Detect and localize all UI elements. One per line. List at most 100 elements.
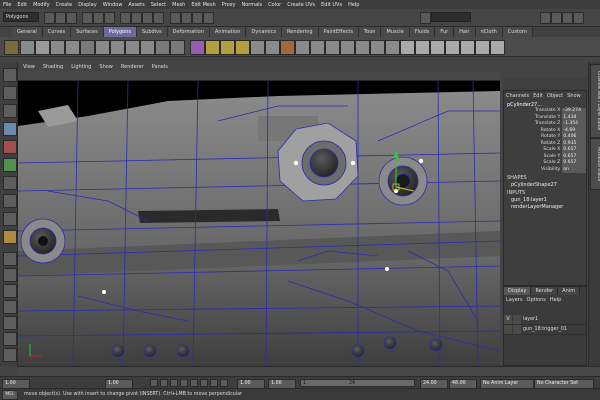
- save-scene-icon[interactable]: [66, 12, 77, 24]
- scale-tool-icon[interactable]: [3, 158, 17, 172]
- menu-proxy[interactable]: Proxy: [222, 2, 236, 8]
- poly-plane-icon[interactable]: [80, 40, 95, 55]
- layout-outliner-persp-icon[interactable]: [3, 348, 17, 362]
- poly-cylinder-icon[interactable]: [50, 40, 65, 55]
- poly-helix-icon[interactable]: [155, 40, 170, 55]
- menu-display[interactable]: Display: [78, 2, 96, 8]
- input-node[interactable]: gun_18:layer1: [504, 197, 586, 203]
- ipr-render-icon[interactable]: [192, 12, 203, 24]
- poly-pipe-icon[interactable]: [140, 40, 155, 55]
- layer-visibility-toggle[interactable]: [504, 325, 512, 334]
- shelf-tab-surfaces[interactable]: Surfaces: [71, 27, 104, 37]
- layer-visibility-toggle[interactable]: V: [504, 315, 512, 324]
- separate-icon[interactable]: [205, 40, 220, 55]
- poly-soccer-ball-icon[interactable]: [170, 40, 185, 55]
- universal-manipulator-icon[interactable]: [3, 176, 17, 190]
- menu-file[interactable]: File: [3, 2, 11, 8]
- average-vertices-icon[interactable]: [265, 40, 280, 55]
- menu-select[interactable]: Select: [151, 2, 166, 8]
- shelf-menu-icon[interactable]: [4, 40, 19, 55]
- shape-node[interactable]: pCylinderShape27: [504, 182, 586, 188]
- insert-edge-loop-icon[interactable]: [355, 40, 370, 55]
- layer-menu-help[interactable]: Help: [550, 297, 561, 303]
- step-forward-icon[interactable]: [210, 379, 218, 387]
- shelf-tab-general[interactable]: General: [12, 27, 43, 37]
- checker-normalize-uv-icon[interactable]: [475, 40, 490, 55]
- poly-sphere-icon[interactable]: [20, 40, 35, 55]
- bridge-icon[interactable]: [310, 40, 325, 55]
- snap-grid-icon[interactable]: [120, 12, 131, 24]
- layer-tab-display[interactable]: Display: [504, 287, 532, 295]
- checker-unfold-uv-icon[interactable]: [490, 40, 505, 55]
- menu-color[interactable]: Color: [268, 2, 281, 8]
- layout-persp-graph-icon[interactable]: [3, 300, 17, 314]
- show-tool-settings-icon[interactable]: [551, 12, 562, 24]
- shelf-tab-polygons[interactable]: Polygons: [103, 27, 137, 37]
- bevel-icon[interactable]: [385, 40, 400, 55]
- panel-menu-view[interactable]: View: [23, 64, 35, 70]
- extract-icon[interactable]: [220, 40, 235, 55]
- layout-outliner-icon[interactable]: [3, 332, 17, 346]
- shelf-tab-hair[interactable]: Hair: [454, 27, 476, 37]
- render-frame-icon[interactable]: [181, 12, 192, 24]
- layer-row[interactable]: gun_18:trigger_01: [504, 325, 586, 335]
- step-back-key-icon[interactable]: [170, 379, 178, 387]
- paint-select-tool-icon[interactable]: [3, 104, 17, 118]
- show-manipulator-icon[interactable]: [3, 212, 17, 226]
- rotate-tool-icon[interactable]: [3, 140, 17, 154]
- select-hierarchy-icon[interactable]: [82, 12, 93, 24]
- snap-surface-icon[interactable]: [153, 12, 164, 24]
- shelf-tab-animation[interactable]: Animation: [209, 27, 247, 37]
- layout-single-pane-icon[interactable]: [3, 252, 17, 266]
- select-object-icon[interactable]: [93, 12, 104, 24]
- menu-edit-uvs[interactable]: Edit UVs: [321, 2, 342, 8]
- boolean-icon[interactable]: [280, 40, 295, 55]
- layer-menu-layers[interactable]: Layers: [506, 297, 523, 303]
- menu-create[interactable]: Create: [56, 2, 73, 8]
- poly-prism-icon[interactable]: [110, 40, 125, 55]
- layer-type-toggle[interactable]: [513, 315, 521, 324]
- select-tool-icon[interactable]: [3, 68, 17, 82]
- layout-four-panes-icon[interactable]: [3, 268, 17, 282]
- shelf-tab-dynamics[interactable]: Dynamics: [246, 27, 283, 37]
- tab-channel-box-layer-editor[interactable]: Channel Box / Layer Editor: [590, 64, 600, 138]
- input-field-icon[interactable]: [420, 12, 431, 24]
- render-settings-icon[interactable]: [203, 12, 214, 24]
- attribute-row[interactable]: Visibility on: [504, 166, 586, 173]
- panel-menu-shading[interactable]: Shading: [43, 64, 63, 70]
- time-slider[interactable]: [18, 366, 600, 376]
- checker-planar-uv-icon[interactable]: [400, 40, 415, 55]
- shelf-tab-fluids[interactable]: Fluids: [409, 27, 436, 37]
- play-forwards-icon[interactable]: [190, 379, 198, 387]
- snap-curve-icon[interactable]: [131, 12, 142, 24]
- channel-box-menu-edit[interactable]: Edit: [533, 93, 543, 99]
- checker-automatic-uv-icon[interactable]: [445, 40, 460, 55]
- menu-edit[interactable]: Edit: [17, 2, 27, 8]
- shelf-tab-custom[interactable]: Custom: [502, 27, 533, 37]
- menu-help[interactable]: Help: [348, 2, 359, 8]
- select-component-icon[interactable]: [104, 12, 115, 24]
- new-scene-icon[interactable]: [44, 12, 55, 24]
- history-icon[interactable]: [170, 12, 181, 24]
- poly-cube-icon[interactable]: [35, 40, 50, 55]
- perspective-viewport[interactable]: [18, 81, 500, 366]
- checker-spherical-uv-icon[interactable]: [430, 40, 445, 55]
- channel-box-menu-show[interactable]: Show: [567, 93, 581, 99]
- layer-name[interactable]: layer1: [523, 315, 538, 324]
- menu-create-uvs[interactable]: Create UVs: [287, 2, 315, 8]
- checker-cylindrical-uv-icon[interactable]: [415, 40, 430, 55]
- shelf-tab-fur[interactable]: Fur: [435, 27, 455, 37]
- layer-row[interactable]: V layer1: [504, 315, 586, 325]
- go-to-end-icon[interactable]: [220, 379, 228, 387]
- mirror-icon[interactable]: [235, 40, 250, 55]
- menu-modify[interactable]: Modify: [33, 2, 50, 8]
- menu-edit-mesh[interactable]: Edit Mesh: [191, 2, 215, 8]
- snap-point-icon[interactable]: [142, 12, 153, 24]
- menu-mesh[interactable]: Mesh: [172, 2, 185, 8]
- range-slider[interactable]: 1 24: [300, 379, 415, 387]
- poly-torus-icon[interactable]: [95, 40, 110, 55]
- poly-cone-icon[interactable]: [65, 40, 80, 55]
- input-node[interactable]: renderLayerManager: [504, 204, 586, 210]
- checker-uv-editor-icon[interactable]: [460, 40, 475, 55]
- open-scene-icon[interactable]: [55, 12, 66, 24]
